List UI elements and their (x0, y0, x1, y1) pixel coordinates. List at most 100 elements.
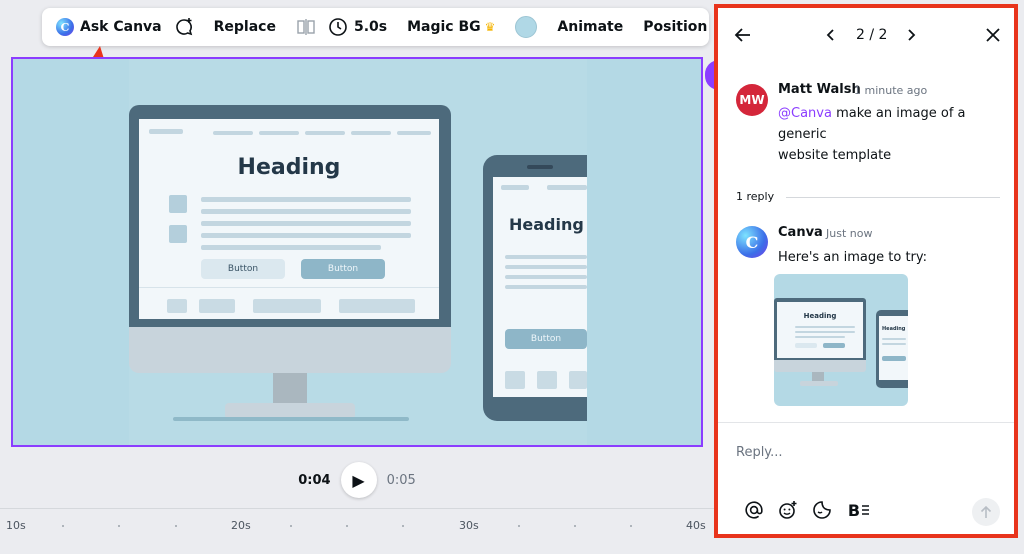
mock-nav-bar (213, 131, 253, 135)
phone-speaker (527, 165, 553, 169)
reply-author: Canva (778, 225, 823, 240)
thumb-monitor: Heading (774, 298, 866, 360)
monitor-chin (129, 327, 451, 373)
mention-link[interactable]: @Canva (778, 106, 832, 121)
thumb-button (795, 343, 817, 348)
crown-icon: ♛ (484, 20, 496, 34)
mock-logo-bar (501, 185, 529, 190)
magic-bg-label: Magic BG (407, 19, 481, 35)
monitor-screen: Heading Button Button (139, 119, 439, 319)
magic-bg-button[interactable]: Magic BG ♛ (401, 12, 501, 42)
generated-image-thumbnail[interactable]: Heading Heading (774, 274, 908, 406)
mention-button[interactable] (742, 498, 766, 522)
list-format-icon (862, 505, 870, 515)
tick-label: 40s (686, 519, 706, 532)
replace-button[interactable]: Replace (208, 12, 282, 42)
mock-divider (139, 287, 439, 288)
mock-icon-block (169, 195, 187, 213)
thumb-monitor-screen: Heading (777, 302, 863, 358)
position-button[interactable]: Position (637, 12, 713, 42)
mock-text-line (505, 285, 587, 289)
tick-dot (118, 525, 120, 527)
animate-button[interactable]: Animate (551, 12, 629, 42)
comment-author: Matt Walsh (778, 82, 861, 97)
replace-label: Replace (213, 19, 276, 35)
reply-input[interactable] (736, 440, 996, 464)
mock-footer-block (339, 299, 415, 313)
playback-controls: 0:04 ▶ 0:05 (0, 460, 714, 500)
tick-dot (346, 525, 348, 527)
comments-header: 2 / 2 (718, 8, 1014, 64)
reply-time: Just now (826, 227, 873, 240)
mock-text-line (201, 221, 411, 226)
tick-dot (62, 525, 64, 527)
mock-nav-bar (259, 131, 299, 135)
design-canvas[interactable]: Heading Button Button Heading Button (11, 57, 703, 447)
tick-label: 30s (459, 519, 479, 532)
thumb-button (823, 343, 845, 348)
comments-panel: 2 / 2 MW Matt Walsh 1 minute ago @Canva … (714, 4, 1018, 538)
thumb-line (795, 331, 855, 333)
thumb-phone-screen: Heading (879, 316, 908, 380)
duration-button[interactable]: 5.0s (322, 12, 393, 42)
flip-button[interactable] (290, 12, 322, 42)
phone-illustration: Heading Button (483, 155, 587, 421)
mock-text-line (201, 209, 411, 214)
mock-footer-block (167, 299, 187, 313)
thumb-monitor-chin (774, 360, 866, 372)
ask-canva-button[interactable]: C Ask Canva (50, 12, 168, 42)
mock-footer-block (199, 299, 235, 313)
monitor-heading: Heading (237, 155, 341, 180)
mock-footer-block (537, 371, 557, 389)
sticker-button[interactable] (810, 498, 834, 522)
mock-nav-bar (351, 131, 391, 135)
thumb-phone-heading: Heading (882, 326, 906, 332)
tick-dot (574, 525, 576, 527)
mock-icon-block (169, 225, 187, 243)
format-label: B (847, 500, 861, 520)
thumb-line (795, 336, 845, 338)
emoji-add-icon (779, 501, 797, 519)
close-icon (986, 28, 1000, 42)
arrow-up-icon (980, 505, 992, 518)
tick-dot (518, 525, 520, 527)
arrow-left-icon (734, 28, 750, 42)
comment-text-line: website template (778, 148, 892, 163)
back-button[interactable] (730, 22, 756, 48)
add-comment-button[interactable] (168, 12, 200, 42)
send-button[interactable] (972, 498, 1000, 526)
canva-editor: C Ask Canva Replace 5.0s Magic BG ♛ Anim… (0, 0, 1024, 554)
emoji-button[interactable] (776, 498, 800, 522)
animate-label: Animate (557, 19, 624, 35)
canva-avatar-icon: C (736, 226, 768, 258)
tick-label: 20s (231, 519, 251, 532)
next-comment-button[interactable] (898, 22, 924, 48)
thumb-monitor-stand (812, 372, 824, 381)
monitor-shadow (173, 417, 409, 421)
mock-logo-bar (149, 129, 183, 134)
mock-text-line (505, 275, 587, 279)
timeline-ruler[interactable]: 10s 20s 30s 40s (0, 508, 714, 554)
comment-pager: 2 / 2 (856, 27, 888, 43)
play-button[interactable]: ▶ (340, 462, 377, 498)
format-button[interactable]: B (844, 498, 874, 522)
tick-dot (630, 525, 632, 527)
color-button[interactable] (509, 12, 543, 42)
monitor-stand (273, 373, 307, 403)
previous-comment-button[interactable] (818, 22, 844, 48)
mock-nav-bar (305, 131, 345, 135)
tick-dot (175, 525, 177, 527)
thumb-heading: Heading (803, 312, 837, 320)
chevron-right-icon (908, 29, 916, 41)
chevron-left-icon (826, 29, 834, 41)
comment-add-icon (175, 18, 192, 36)
at-sign-icon (745, 501, 763, 519)
close-button[interactable] (980, 22, 1006, 48)
avatar: MW (736, 84, 768, 116)
thumb-line (882, 338, 906, 340)
phone-screen: Heading Button (493, 177, 587, 397)
sticker-icon (813, 501, 831, 519)
thumb-monitor-base (800, 381, 838, 386)
mock-text-line (201, 233, 411, 238)
flip-icon (297, 19, 315, 35)
